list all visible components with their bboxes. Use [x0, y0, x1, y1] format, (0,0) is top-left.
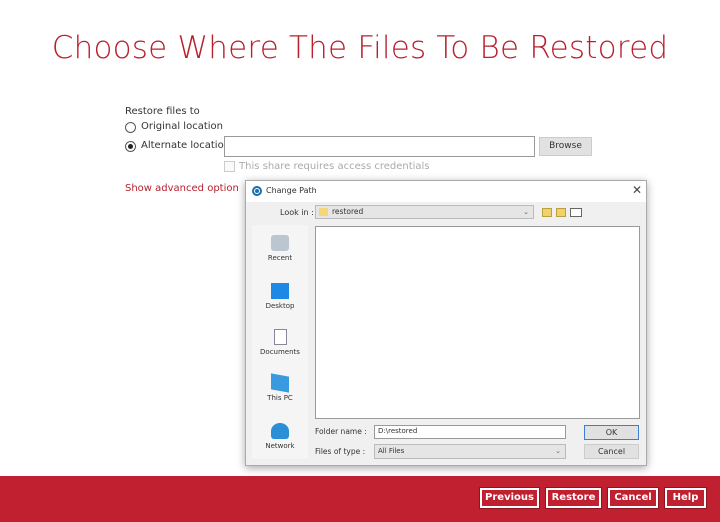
- place-desktop[interactable]: Desktop: [252, 283, 308, 310]
- place-label: Desktop: [265, 302, 295, 310]
- change-path-dialog: Change Path ✕ Look in : restored ⌄ Recen…: [245, 180, 647, 466]
- files-of-type-value: All Files: [378, 447, 405, 455]
- credentials-checkbox[interactable]: [224, 161, 235, 172]
- help-button[interactable]: Help: [664, 487, 707, 509]
- dialog-cancel-button[interactable]: Cancel: [584, 444, 639, 459]
- files-of-type-label: Files of type :: [315, 447, 366, 456]
- footer-bar: Previous Restore Cancel Help: [0, 476, 720, 522]
- dialog-titlebar: Change Path ✕: [246, 181, 646, 202]
- folder-name-input[interactable]: D:\restored: [374, 425, 566, 439]
- look-in-value: restored: [332, 207, 364, 216]
- network-icon: [271, 423, 289, 439]
- chevron-down-icon: ⌄: [523, 208, 529, 216]
- desktop-icon: [271, 283, 289, 299]
- look-in-select[interactable]: restored ⌄: [315, 205, 534, 219]
- places-bar: Recent Desktop Documents This PC Network: [252, 225, 308, 459]
- place-label: Recent: [267, 254, 293, 262]
- new-folder-icon[interactable]: [556, 208, 566, 217]
- cancel-button[interactable]: Cancel: [607, 487, 659, 509]
- place-label: Documents: [260, 348, 300, 356]
- original-location-radio[interactable]: [125, 122, 136, 133]
- files-of-type-select[interactable]: All Files ⌄: [374, 444, 566, 459]
- alternate-location-radio[interactable]: [125, 141, 136, 152]
- show-advanced-link[interactable]: Show advanced option: [125, 183, 239, 194]
- page-title: Choose Where The Files To Be Restored: [51, 30, 669, 66]
- place-documents[interactable]: Documents: [252, 329, 308, 356]
- place-label: Network: [265, 442, 295, 450]
- this-pc-icon: [271, 373, 289, 393]
- place-label: This PC: [267, 394, 293, 402]
- alternate-path-input[interactable]: [224, 136, 535, 157]
- file-list[interactable]: [315, 226, 640, 419]
- look-in-label: Look in :: [280, 208, 314, 217]
- recent-icon: [271, 235, 289, 251]
- chevron-down-icon: ⌄: [555, 447, 561, 455]
- alternate-location-label: Alternate location: [141, 140, 231, 151]
- dialog-title: Change Path: [266, 186, 317, 195]
- restore-heading: Restore files to: [125, 106, 200, 117]
- up-folder-icon[interactable]: [542, 208, 552, 217]
- previous-button[interactable]: Previous: [479, 487, 540, 509]
- place-recent[interactable]: Recent: [252, 235, 308, 262]
- browse-button[interactable]: Browse: [539, 137, 592, 156]
- folder-name-label: Folder name :: [315, 427, 367, 436]
- app-logo-icon: [252, 186, 262, 196]
- place-network[interactable]: Network: [252, 423, 308, 450]
- original-location-label: Original location: [141, 121, 223, 132]
- view-menu-icon[interactable]: [570, 208, 582, 217]
- credentials-label: This share requires access credentials: [239, 161, 430, 172]
- folder-icon: [319, 208, 328, 216]
- documents-icon: [273, 329, 287, 345]
- ok-button[interactable]: OK: [584, 425, 639, 440]
- place-this-pc[interactable]: This PC: [252, 373, 308, 402]
- restore-button[interactable]: Restore: [545, 487, 602, 509]
- close-icon[interactable]: ✕: [632, 183, 642, 197]
